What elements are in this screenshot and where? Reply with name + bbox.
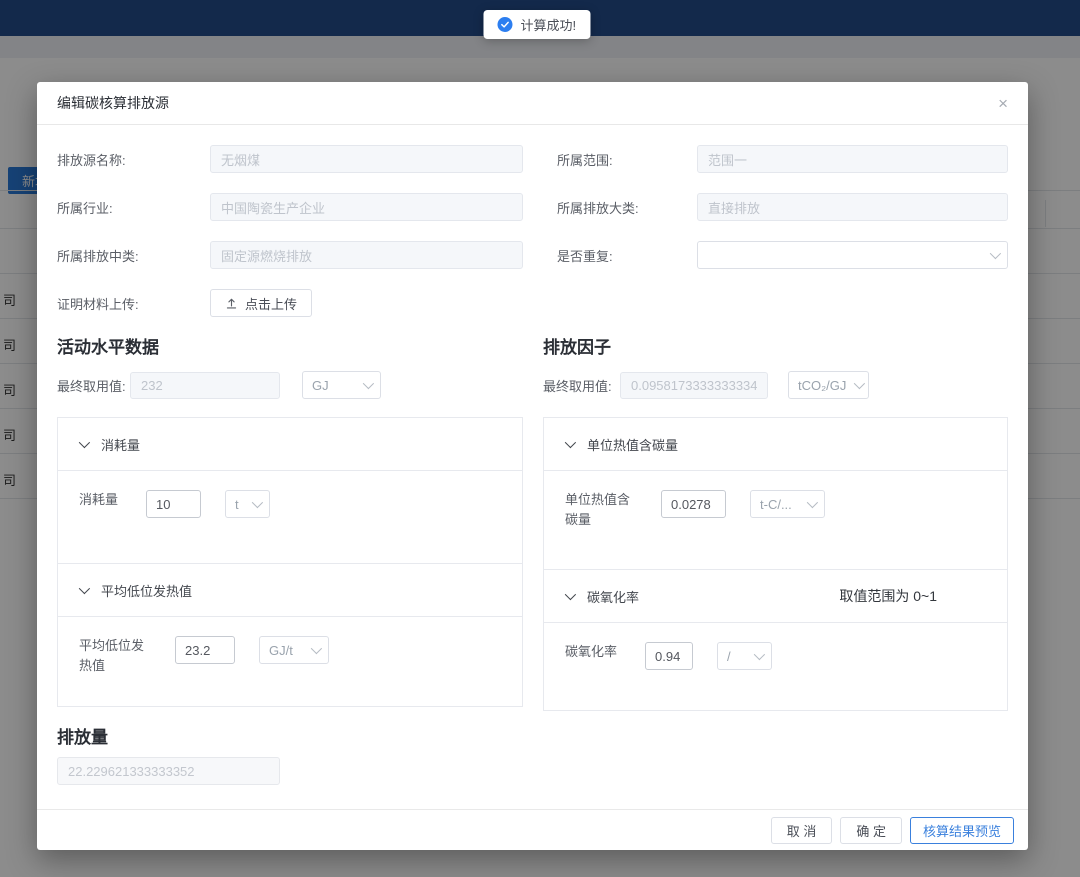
heating-value-unit-value: GJ/t bbox=[269, 643, 293, 658]
chevron-down-icon bbox=[79, 583, 90, 594]
field-scope: 所属范围: bbox=[557, 145, 1008, 173]
heating-value-header-label: 平均低位发热值 bbox=[101, 581, 192, 600]
carbon-content-header-label: 单位热值含碳量 bbox=[587, 435, 678, 454]
mid-category-input bbox=[210, 241, 523, 269]
spacer bbox=[557, 289, 1008, 317]
chevron-down-icon bbox=[252, 497, 263, 508]
heating-value-input[interactable] bbox=[175, 636, 235, 664]
data-sections: 活动水平数据 最终取用值: GJ 消耗量 消耗量 bbox=[57, 333, 1008, 711]
modal-body: 排放源名称: 所属范围: 所属行业: 所属排放大类: 所属排放中类: 是否重复: bbox=[37, 125, 1028, 785]
oxidation-unit-value: / bbox=[727, 649, 731, 664]
success-check-icon bbox=[497, 17, 512, 32]
close-icon[interactable]: × bbox=[998, 95, 1008, 112]
industry-label: 所属行业: bbox=[57, 198, 210, 217]
field-mid-category: 所属排放中类: bbox=[57, 241, 523, 269]
field-industry: 所属行业: bbox=[57, 193, 523, 221]
consumption-label: 消耗量 bbox=[79, 490, 118, 510]
modal-footer: 取 消 确 定 核算结果预览 bbox=[37, 809, 1028, 850]
consumption-row: 消耗量 t bbox=[58, 471, 522, 564]
field-major-category: 所属排放大类: bbox=[557, 193, 1008, 221]
consumption-unit-value: t bbox=[235, 497, 239, 512]
chevron-down-icon bbox=[311, 643, 322, 654]
carbon-content-collapse-header[interactable]: 单位热值含碳量 bbox=[544, 418, 1007, 471]
factor-unit-select[interactable]: tCO₂/GJ bbox=[788, 371, 869, 399]
oxidation-collapse-header[interactable]: 碳氧化率 取值范围为 0~1 bbox=[544, 570, 1007, 623]
heating-value-unit-select[interactable]: GJ/t bbox=[259, 636, 329, 664]
consumption-header-label: 消耗量 bbox=[101, 435, 140, 454]
carbon-content-row: 单位热值含碳量 t-C/... bbox=[544, 471, 1007, 570]
activity-unit-select[interactable]: GJ bbox=[302, 371, 381, 399]
upload-button[interactable]: 点击上传 bbox=[210, 289, 312, 317]
upload-label: 证明材料上传: bbox=[57, 294, 210, 313]
field-source-name: 排放源名称: bbox=[57, 145, 523, 173]
upload-button-label: 点击上传 bbox=[245, 294, 297, 313]
scope-input bbox=[697, 145, 1008, 173]
factor-final-input bbox=[620, 372, 768, 399]
chevron-down-icon bbox=[807, 497, 818, 508]
activity-heading: 活动水平数据 bbox=[57, 333, 523, 358]
major-category-input bbox=[697, 193, 1008, 221]
carbon-content-label: 单位热值含碳量 bbox=[565, 490, 633, 530]
carbon-content-unit-value: t-C/... bbox=[760, 497, 792, 512]
chevron-down-icon bbox=[754, 649, 765, 660]
major-category-label: 所属排放大类: bbox=[557, 198, 697, 217]
chevron-down-icon bbox=[363, 378, 374, 389]
factor-section: 排放因子 最终取用值: tCO₂/GJ 单位热值含碳量 单位热值含碳 bbox=[543, 333, 1008, 711]
chevron-down-icon bbox=[79, 437, 90, 448]
consumption-collapse-header[interactable]: 消耗量 bbox=[58, 418, 522, 471]
carbon-content-input[interactable] bbox=[661, 490, 726, 518]
result-preview-button[interactable]: 核算结果预览 bbox=[910, 817, 1014, 844]
factor-final-row: 最终取用值: tCO₂/GJ bbox=[543, 371, 1008, 399]
heating-value-label: 平均低位发热值 bbox=[79, 636, 147, 676]
chevron-down-icon bbox=[565, 589, 576, 600]
heating-value-row: 平均低位发热值 GJ/t bbox=[58, 617, 522, 706]
modal-title: 编辑碳核算排放源 bbox=[57, 93, 169, 113]
is-duplicate-select[interactable] bbox=[697, 241, 1008, 269]
modal-header: 编辑碳核算排放源 × bbox=[37, 82, 1028, 125]
heating-value-collapse-header[interactable]: 平均低位发热值 bbox=[58, 564, 522, 617]
activity-final-label: 最终取用值: bbox=[57, 376, 130, 395]
field-is-duplicate: 是否重复: bbox=[557, 241, 1008, 269]
cancel-button[interactable]: 取 消 bbox=[771, 817, 833, 844]
field-upload: 证明材料上传: 点击上传 bbox=[57, 289, 523, 317]
oxidation-input[interactable] bbox=[645, 642, 693, 670]
emission-input bbox=[57, 757, 280, 785]
oxidation-row: 碳氧化率 / bbox=[544, 623, 1007, 710]
activity-section: 活动水平数据 最终取用值: GJ 消耗量 消耗量 bbox=[57, 333, 523, 711]
confirm-button[interactable]: 确 定 bbox=[840, 817, 902, 844]
scope-label: 所属范围: bbox=[557, 150, 697, 169]
oxidation-unit-select[interactable]: / bbox=[717, 642, 772, 670]
industry-input bbox=[210, 193, 523, 221]
factor-panel: 单位热值含碳量 单位热值含碳量 t-C/... 碳氧化率 取值范围为 0~1 bbox=[543, 417, 1008, 711]
source-name-label: 排放源名称: bbox=[57, 150, 210, 169]
factor-unit-value: tCO₂/GJ bbox=[798, 378, 846, 393]
info-form: 排放源名称: 所属范围: 所属行业: 所属排放大类: 所属排放中类: 是否重复: bbox=[57, 145, 1008, 317]
activity-final-row: 最终取用值: GJ bbox=[57, 371, 523, 399]
is-duplicate-label: 是否重复: bbox=[557, 246, 697, 265]
toast-message: 计算成功! bbox=[520, 15, 576, 34]
consumption-input[interactable] bbox=[146, 490, 201, 518]
activity-unit-value: GJ bbox=[312, 378, 329, 393]
oxidation-header-label: 碳氧化率 bbox=[587, 587, 639, 606]
carbon-content-unit-select[interactable]: t-C/... bbox=[750, 490, 825, 518]
upload-icon bbox=[225, 297, 238, 310]
chevron-down-icon bbox=[854, 378, 865, 389]
source-name-input bbox=[210, 145, 523, 173]
oxidation-range-note: 取值范围为 0~1 bbox=[839, 586, 937, 606]
factor-heading: 排放因子 bbox=[543, 333, 1008, 358]
chevron-down-icon bbox=[990, 248, 1001, 259]
mid-category-label: 所属排放中类: bbox=[57, 246, 210, 265]
chevron-down-icon bbox=[565, 437, 576, 448]
activity-final-input bbox=[130, 372, 280, 399]
factor-final-label: 最终取用值: bbox=[543, 376, 620, 395]
activity-panel: 消耗量 消耗量 t 平均低位发热值 bbox=[57, 417, 523, 707]
edit-emission-source-modal: 编辑碳核算排放源 × 排放源名称: 所属范围: 所属行业: 所属排放大类: 所属… bbox=[37, 82, 1028, 850]
emission-heading: 排放量 bbox=[57, 723, 1008, 748]
consumption-unit-select[interactable]: t bbox=[225, 490, 270, 518]
oxidation-label: 碳氧化率 bbox=[565, 642, 617, 662]
success-toast: 计算成功! bbox=[483, 10, 590, 39]
